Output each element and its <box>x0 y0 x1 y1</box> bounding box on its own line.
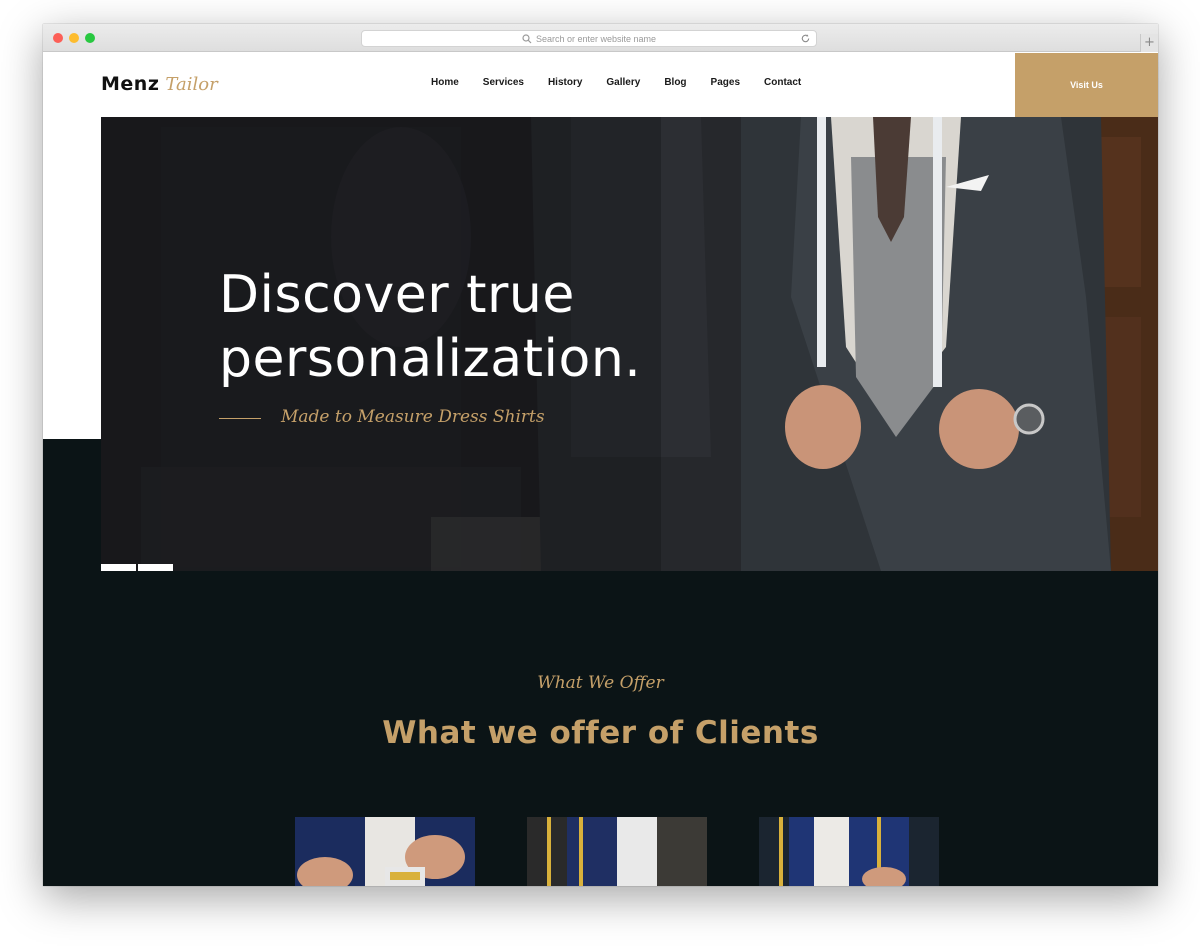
offer-card-3-image[interactable] <box>759 817 939 886</box>
offer-card-2-image[interactable] <box>527 817 707 886</box>
site-logo[interactable]: Menz Tailor <box>101 73 218 95</box>
search-icon <box>522 33 532 43</box>
nav-blog[interactable]: Blog <box>664 77 686 88</box>
hero-title-line-2: personalization. <box>219 329 642 389</box>
minimize-window-button[interactable] <box>69 33 79 43</box>
nav-gallery[interactable]: Gallery <box>606 77 640 88</box>
browser-window: Search or enter website name + Menz Tail… <box>43 24 1158 886</box>
slider-dot-1[interactable] <box>101 564 136 571</box>
website: Menz Tailor Home Services History Galler… <box>43 53 1158 886</box>
offer-section-title: What we offer of Clients <box>382 715 819 751</box>
offer-section-kicker: What We Offer <box>537 673 664 693</box>
hero-slider: Discover true personalization. Made to M… <box>101 117 1158 571</box>
nav-services[interactable]: Services <box>483 77 524 88</box>
site-header: Menz Tailor Home Services History Galler… <box>43 53 1158 117</box>
slider-pagination <box>101 564 173 571</box>
slider-dot-2[interactable] <box>138 564 173 571</box>
hero-title: Discover true personalization. <box>219 263 739 391</box>
new-tab-button[interactable]: + <box>1140 34 1158 52</box>
hero-divider <box>219 418 261 419</box>
offer-card-1-image[interactable] <box>295 817 475 886</box>
close-window-button[interactable] <box>53 33 63 43</box>
address-bar[interactable]: Search or enter website name <box>361 30 817 47</box>
visit-us-button[interactable]: Visit Us <box>1015 53 1158 117</box>
logo-primary-text: Menz <box>101 73 160 95</box>
hero-title-line-1: Discover true <box>219 265 575 325</box>
logo-secondary-text: Tailor <box>165 74 218 95</box>
reload-icon[interactable] <box>800 33 811 44</box>
nav-home[interactable]: Home <box>431 77 459 88</box>
nav-pages[interactable]: Pages <box>711 77 740 88</box>
offer-cards <box>295 817 939 886</box>
zoom-window-button[interactable] <box>85 33 95 43</box>
hero-subtitle: Made to Measure Dress Shirts <box>281 407 545 427</box>
address-placeholder: Search or enter website name <box>535 33 657 44</box>
main-nav: Home Services History Gallery Blog Pages… <box>431 77 825 88</box>
browser-toolbar: Search or enter website name + <box>43 24 1158 52</box>
nav-contact[interactable]: Contact <box>764 77 801 88</box>
nav-history[interactable]: History <box>548 77 582 88</box>
